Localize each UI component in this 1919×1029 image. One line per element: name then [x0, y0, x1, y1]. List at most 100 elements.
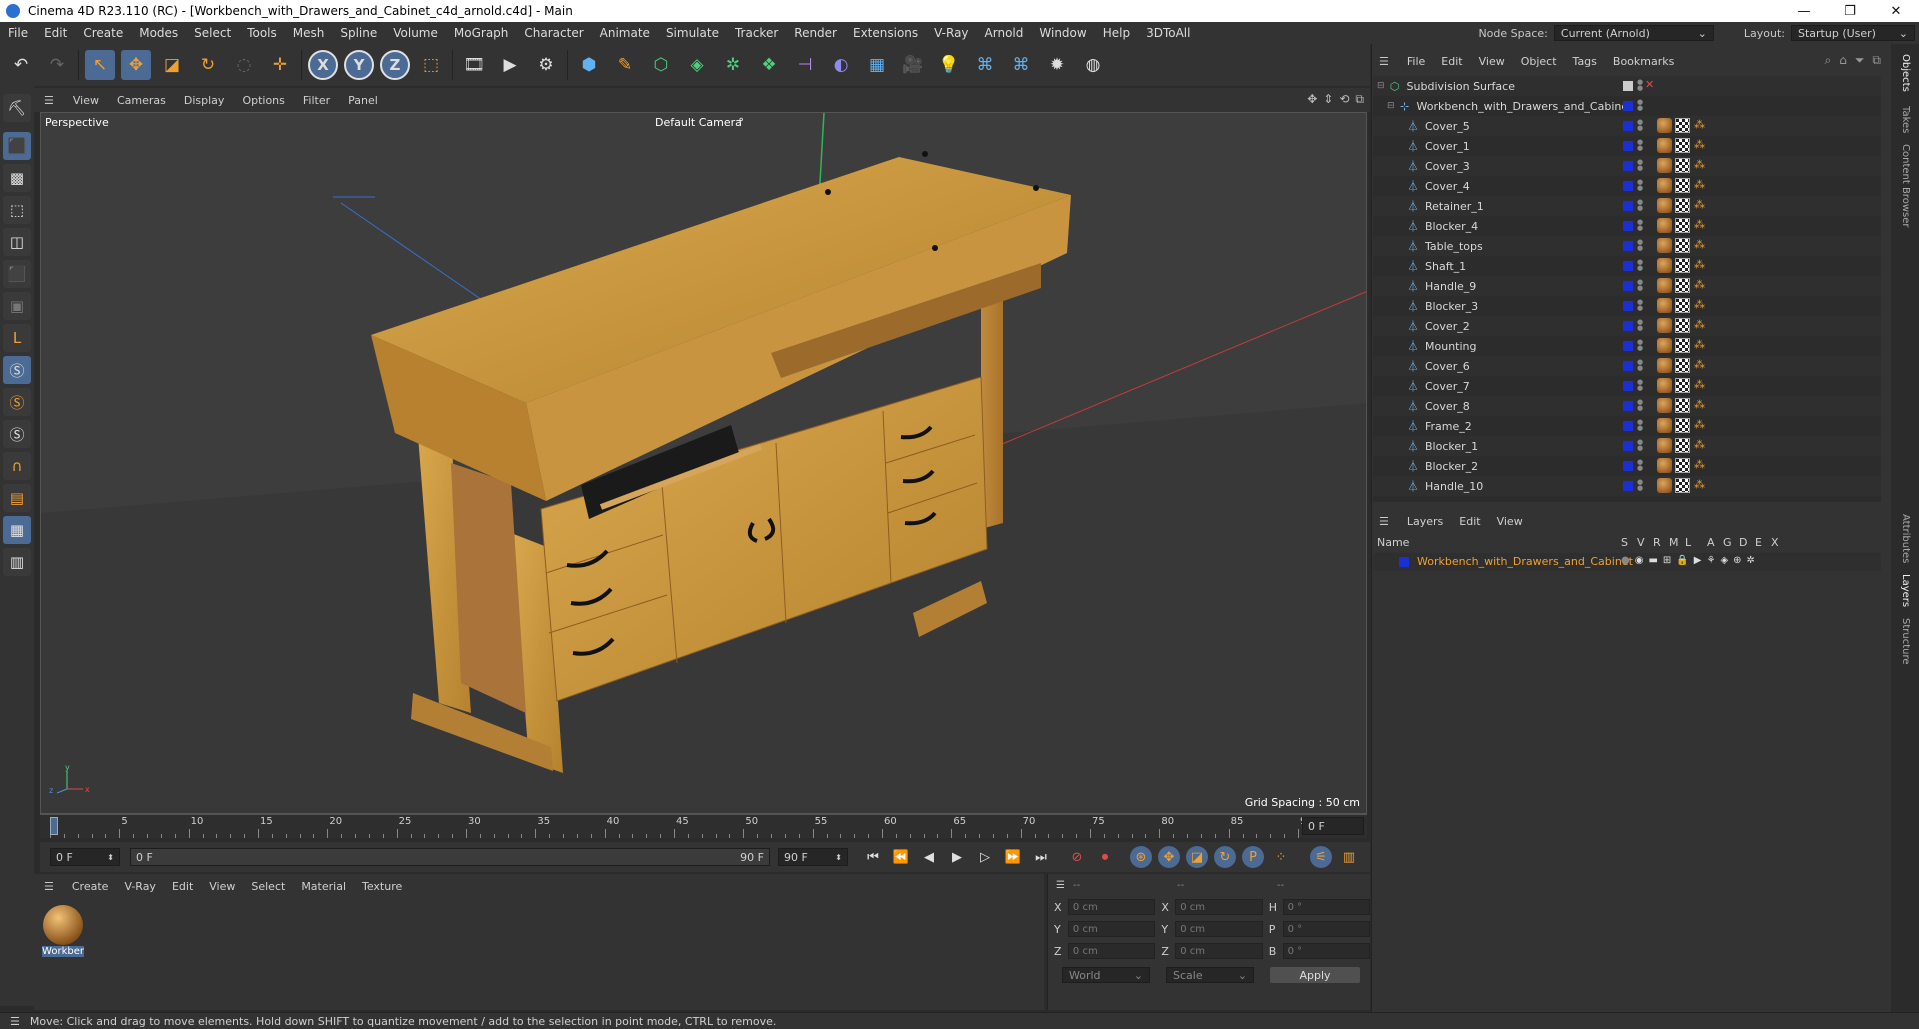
layer-color-swatch[interactable]: [1623, 161, 1633, 171]
minimize-button[interactable]: —: [1781, 0, 1827, 22]
phong-tag-icon[interactable]: ⁂: [1694, 258, 1705, 271]
toggle-view-icon[interactable]: ⧉: [1355, 92, 1364, 107]
play-icon[interactable]: ▶: [946, 846, 968, 868]
visibility-dots-icon[interactable]: ● ●: [1637, 299, 1643, 312]
menu-mesh[interactable]: Mesh: [285, 22, 333, 44]
points-mode-icon[interactable]: ⬚: [3, 196, 31, 224]
lock-icon[interactable]: 🔒: [1676, 555, 1688, 566]
material-swatch[interactable]: Workber: [42, 904, 84, 960]
filter-icon[interactable]: ⏷: [1855, 53, 1865, 68]
key-scale-icon[interactable]: ◪: [1186, 846, 1208, 868]
z-axis-lock-icon[interactable]: Z: [380, 50, 410, 80]
key-pla-icon[interactable]: ⁘: [1270, 846, 1292, 868]
mat-menu-vray[interactable]: V-Ray: [116, 880, 164, 893]
home-icon[interactable]: ⌂: [1839, 53, 1847, 68]
vp-menu-filter[interactable]: Filter: [294, 94, 339, 107]
object-row[interactable]: ⏃ Cover_2 ● ● ⁂: [1373, 316, 1881, 336]
layer-color-swatch[interactable]: [1623, 341, 1633, 351]
edit-toggle-icon[interactable]: [1623, 81, 1633, 91]
phong-tag-icon[interactable]: ⁂: [1694, 218, 1705, 231]
uvw-tag-icon[interactable]: [1675, 238, 1690, 253]
next-frame-icon[interactable]: ▷: [974, 846, 996, 868]
position-x-field[interactable]: 0 cm: [1067, 899, 1156, 915]
magnet-icon[interactable]: ∩: [3, 452, 31, 480]
object-row[interactable]: ⏃ Mounting ● ● ⁂: [1373, 336, 1881, 356]
collapse-icon[interactable]: ⊟: [1387, 101, 1395, 111]
model-mode-icon[interactable]: ⬛: [3, 132, 31, 160]
layer-color-swatch[interactable]: [1623, 141, 1633, 151]
object-row[interactable]: ⏃ Handle_10 ● ● ⁂: [1373, 476, 1881, 496]
workplane-icon[interactable]: ▤: [3, 484, 31, 512]
object-row[interactable]: ⏃ Frame_2 ● ● ⁂: [1373, 416, 1881, 436]
material-tag-icon[interactable]: [1657, 198, 1672, 213]
phong-tag-icon[interactable]: ⁂: [1694, 198, 1705, 211]
workplane-snap-icon[interactable]: Ⓢ: [3, 420, 31, 448]
object-row[interactable]: ⏃ Cover_6 ● ● ⁂: [1373, 356, 1881, 376]
key-rotation-icon[interactable]: ↻: [1214, 846, 1236, 868]
expression-icon[interactable]: ⊕: [1733, 555, 1741, 566]
menu-animate[interactable]: Animate: [592, 22, 658, 44]
visibility-dots-icon[interactable]: ● ●: [1637, 199, 1643, 212]
object-row[interactable]: ⏃ Cover_4 ● ● ⁂: [1373, 176, 1881, 196]
uvw-tag-icon[interactable]: [1675, 138, 1690, 153]
uvw-tag-icon[interactable]: [1675, 158, 1690, 173]
start-frame-field[interactable]: 0 F ⬍: [50, 848, 120, 866]
object-row[interactable]: ⏃ Cover_7 ● ● ⁂: [1373, 376, 1881, 396]
layer-color-swatch[interactable]: [1623, 361, 1633, 371]
uvw-tag-icon[interactable]: [1675, 458, 1690, 473]
menu-spline[interactable]: Spline: [332, 22, 385, 44]
deformer-icon[interactable]: ⊣: [790, 50, 820, 80]
layer-color-swatch[interactable]: [1623, 221, 1633, 231]
visibility-dots-icon[interactable]: ● ●: [1637, 259, 1643, 272]
material-tag-icon[interactable]: [1657, 438, 1672, 453]
visibility-dots-icon[interactable]: ● ●: [1637, 459, 1643, 472]
obj-menu-view[interactable]: View: [1471, 55, 1513, 68]
visibility-dots-icon[interactable]: ● ●: [1637, 219, 1643, 232]
layer-row[interactable]: Workbench_with_Drawers_and_Cabinet ● ◉ ▬…: [1373, 553, 1881, 571]
phong-tag-icon[interactable]: ⁂: [1694, 178, 1705, 191]
rotation-h-field[interactable]: 0 °: [1282, 899, 1371, 915]
mat-menu-create[interactable]: Create: [64, 880, 117, 893]
phong-tag-icon[interactable]: ⁂: [1694, 478, 1705, 491]
settings-gear-icon[interactable]: ✹: [1042, 50, 1072, 80]
python-icon[interactable]: ⌘: [970, 50, 1000, 80]
render-view-icon[interactable]: 🎞: [459, 50, 489, 80]
tab-takes[interactable]: Takes: [1900, 106, 1911, 133]
polygons-mode-icon[interactable]: ⬛: [3, 260, 31, 288]
uvw-tag-icon[interactable]: [1675, 478, 1690, 493]
render-picture-viewer-icon[interactable]: ▶: [495, 50, 525, 80]
position-z-field[interactable]: 0 cm: [1067, 943, 1156, 959]
tab-objects[interactable]: Objects: [1900, 54, 1911, 92]
visibility-dots-icon[interactable]: ● ●: [1637, 359, 1643, 372]
phong-tag-icon[interactable]: ⁂: [1694, 138, 1705, 151]
key-parameter-icon[interactable]: P: [1242, 846, 1264, 868]
phong-tag-icon[interactable]: ⁂: [1694, 378, 1705, 391]
object-row[interactable]: ⏃ Cover_1 ● ● ⁂: [1373, 136, 1881, 156]
collapse-icon[interactable]: ⊟: [1377, 81, 1385, 91]
render-settings-icon[interactable]: ⚙: [531, 50, 561, 80]
coordinate-space-dropdown[interactable]: World ⌄: [1062, 967, 1150, 983]
layer-color-swatch[interactable]: [1623, 401, 1633, 411]
object-row[interactable]: ⏃ Blocker_2 ● ● ⁂: [1373, 456, 1881, 476]
hamburger-icon[interactable]: ☰: [0, 1015, 30, 1028]
rotate-tool-icon[interactable]: ↻: [193, 50, 223, 80]
rotation-p-field[interactable]: 0 °: [1282, 921, 1371, 937]
texture-mode-icon[interactable]: ▩: [3, 164, 31, 192]
object-row[interactable]: ⏃ Shaft_1 ● ● ⁂: [1373, 256, 1881, 276]
node-space-dropdown[interactable]: Current (Arnold) ⌄: [1553, 25, 1714, 41]
visibility-dots-icon[interactable]: ● ●: [1637, 419, 1643, 432]
tab-structure[interactable]: Structure: [1900, 618, 1911, 665]
uvw-tag-icon[interactable]: [1675, 258, 1690, 273]
live-selection-icon[interactable]: ↖: [85, 50, 115, 80]
previous-key-icon[interactable]: ⏪: [890, 846, 912, 868]
menu-3dtoall[interactable]: 3DToAll: [1138, 22, 1198, 44]
layer-color-swatch[interactable]: [1623, 321, 1633, 331]
new-view-icon[interactable]: ⧉: [1872, 53, 1881, 68]
layer-color-swatch[interactable]: [1623, 421, 1633, 431]
mat-menu-edit[interactable]: Edit: [164, 880, 201, 893]
snap-icon[interactable]: Ⓢ: [3, 356, 31, 384]
visibility-dots-icon[interactable]: ● ●: [1637, 379, 1643, 392]
size-x-field[interactable]: 0 cm: [1175, 899, 1263, 915]
position-y-field[interactable]: 0 cm: [1067, 921, 1156, 937]
uvw-tag-icon[interactable]: [1675, 278, 1690, 293]
